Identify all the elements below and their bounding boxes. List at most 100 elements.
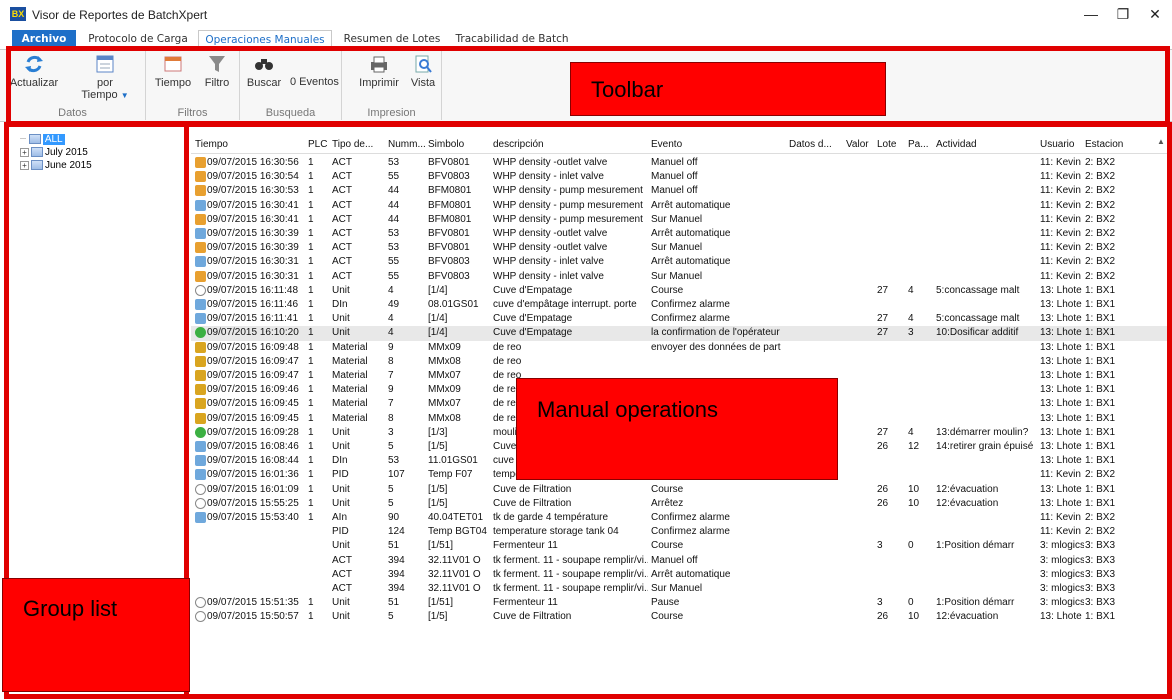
table-cell: MMx08: [428, 355, 461, 367]
table-cell: tk ferment. 11 - soupape remplir/vi...: [493, 554, 648, 566]
table-row[interactable]: ACT 394 32.11V01 O tk ferment. 11 - soupape…: [191, 582, 1167, 596]
column-header[interactable]: Tipo de...: [332, 139, 373, 150]
table-cell: Arrêtez: [651, 497, 684, 509]
column-header[interactable]: Actividad: [936, 139, 977, 150]
column-header[interactable]: Estacion: [1085, 139, 1123, 150]
table-cell: WHP density - inlet valve: [493, 270, 604, 282]
tree-item-label: ALL: [42, 134, 65, 145]
table-row[interactable]: 09/07/2015 16:01:09 1 Unit 5 [1/5] Cuve de Fi…: [191, 483, 1167, 497]
table-row[interactable]: 09/07/2015 16:11:41 1 Unit 4 [1/4] Cuve d'Emp…: [191, 312, 1167, 326]
column-header[interactable]: Valor: [846, 139, 869, 150]
table-cell: 1: BX1: [1085, 327, 1116, 339]
actualizar-button[interactable]: Actualizar: [8, 54, 60, 89]
table-row[interactable]: 09/07/2015 16:11:46 1 DIn 49 08.01GS01 cuve d…: [191, 298, 1167, 312]
table-row[interactable]: 09/07/2015 16:30:54 1 ACT 55 BFV0803 WHP dens…: [191, 170, 1167, 184]
column-header[interactable]: Pa...: [908, 139, 929, 150]
table-row[interactable]: 09/07/2015 16:30:41 1 ACT 44 BFM0801 WHP dens…: [191, 199, 1167, 213]
column-header[interactable]: descripción: [493, 139, 544, 150]
table-row[interactable]: Unit 51 [1/51] Fermenteur 11 Course 3 0 1:Posit…: [191, 539, 1167, 553]
tree-item-june-2015[interactable]: + June 2015: [20, 159, 92, 172]
column-header[interactable]: Numm...: [388, 139, 426, 150]
group-label-filtros: Filtros: [177, 107, 208, 119]
table-cell: 26: [877, 497, 889, 509]
table-cell: PID: [332, 526, 349, 538]
table-cell: WHP density - inlet valve: [493, 256, 604, 268]
filtro-button[interactable]: Filtro: [200, 54, 234, 89]
expand-icon[interactable]: +: [20, 147, 29, 157]
por-tiempo-button[interactable]: por Tiempo ▼: [80, 54, 130, 101]
doc-icon: [195, 256, 206, 268]
table-cell: Manuel off: [651, 157, 698, 168]
table-cell: 13: Lhote: [1040, 313, 1082, 325]
dropdown-arrow-icon: ▼: [120, 91, 129, 100]
column-header[interactable]: Datos d...: [789, 139, 832, 150]
table-cell: Material: [332, 398, 368, 410]
table-row[interactable]: 09/07/2015 16:30:53 1 ACT 44 BFM0801 WHP dens…: [191, 184, 1167, 198]
doc-icon: [195, 299, 206, 310]
table-row[interactable]: PID 124 Temp BGT04 temperature storage tank…: [191, 525, 1167, 539]
table-row[interactable]: 09/07/2015 16:30:31 1 ACT 55 BFV0803 WHP dens…: [191, 255, 1167, 269]
table-cell: Temp F07: [428, 469, 473, 481]
table-cell: Pause: [651, 597, 680, 609]
table-cell: [1/3]: [428, 426, 448, 438]
table-cell: PID: [332, 469, 349, 481]
table-cell: 1: [308, 284, 314, 296]
column-header[interactable]: Tiempo: [195, 139, 228, 150]
table-cell: Material: [332, 412, 368, 424]
partial-event-text: envoyer des données de part: [651, 341, 781, 353]
column-header[interactable]: Simbolo: [428, 139, 464, 150]
table-row[interactable]: 09/07/2015 16:30:56 1 ACT 53 BFV0801 WHP dens…: [191, 156, 1167, 170]
tiempo-filter-button[interactable]: Tiempo: [154, 54, 192, 89]
expand-icon[interactable]: +: [20, 160, 29, 170]
material-icon: [195, 355, 206, 367]
table-row[interactable]: 09/07/2015 16:30:41 1 ACT 44 BFM0801 WHP dens…: [191, 213, 1167, 227]
table-cell: 3: [877, 540, 883, 552]
table-cell: Sur Manuel: [651, 242, 703, 254]
table-row[interactable]: 09/07/2015 15:53:40 1 AIn 90 40.04TET01 tk de…: [191, 511, 1167, 525]
table-row[interactable]: 09/07/2015 16:09:47 1 Material 8 MMx08 de reo…: [191, 355, 1167, 369]
table-row[interactable]: ACT 394 32.11V01 O tk ferment. 11 - soupape…: [191, 554, 1167, 568]
table-cell: 09/07/2015 16:30:31: [207, 256, 299, 268]
table-cell: 12:évacuation: [936, 497, 999, 509]
table-cell: ACT: [332, 256, 352, 268]
column-header[interactable]: PLC: [308, 139, 327, 150]
tab-operaciones-manuales[interactable]: Operaciones Manuales: [198, 30, 332, 49]
tab-protocolo-de-carga[interactable]: Protocolo de Carga: [88, 30, 188, 49]
table-cell: 09/07/2015 16:30:39: [207, 228, 299, 239]
table-cell: BFM0801: [428, 213, 472, 225]
table-cell: 1: [308, 270, 314, 282]
table-row[interactable]: 09/07/2015 16:10:20 1 Unit 4 [1/4] Cuve d'Emp…: [191, 326, 1167, 341]
column-header[interactable]: Evento: [651, 139, 682, 150]
tree-item-july-2015[interactable]: + July 2015: [20, 146, 88, 159]
table-cell: 11: Kevin: [1040, 270, 1081, 282]
close-button[interactable]: ✕: [1140, 4, 1170, 24]
table-row[interactable]: 09/07/2015 15:50:57 1 Unit 5 [1/5] Cuve de Fi…: [191, 610, 1167, 624]
table-row[interactable]: ACT 394 32.11V01 O tk ferment. 11 - soupape…: [191, 568, 1167, 582]
tab-tracabilidad-de-batch[interactable]: Tracabilidad de Batch: [452, 30, 572, 49]
minimize-button[interactable]: —: [1076, 4, 1106, 24]
vista-button[interactable]: Vista: [408, 54, 438, 89]
material-icon: [195, 384, 206, 396]
table-row[interactable]: 09/07/2015 15:55:25 1 Unit 5 [1/5] Cuve de Fi…: [191, 497, 1167, 511]
tab-archivo[interactable]: Archivo: [12, 30, 76, 49]
table-row[interactable]: 09/07/2015 16:11:48 1 Unit 4 [1/4] Cuve d'Emp…: [191, 284, 1167, 298]
table-row[interactable]: 09/07/2015 16:30:39 1 ACT 53 BFV0801 WHP dens…: [191, 227, 1167, 241]
maximize-button[interactable]: ❐: [1108, 4, 1138, 24]
table-row[interactable]: 09/07/2015 16:30:31 1 ACT 55 BFV0803 WHP dens…: [191, 270, 1167, 284]
tab-resumen-de-lotes[interactable]: Resumen de Lotes: [342, 30, 442, 49]
column-header[interactable]: Usuario: [1040, 139, 1074, 150]
table-cell: 11: Kevin: [1040, 199, 1081, 211]
column-header[interactable]: Lote: [877, 139, 896, 150]
table-cell: 3: BX3: [1085, 568, 1116, 580]
tree-item-all[interactable]: ┄ ALL: [20, 133, 65, 146]
table-row[interactable]: 09/07/2015 16:30:39 1 ACT 53 BFV0801 WHP dens…: [191, 241, 1167, 255]
imprimir-button[interactable]: Imprimir: [358, 54, 400, 89]
table-cell: ACT: [332, 228, 352, 239]
buscar-label: Buscar: [246, 77, 282, 89]
table-cell: [1/4]: [428, 313, 448, 325]
table-row[interactable]: 09/07/2015 15:51:35 1 Unit 51 [1/51] Fermente…: [191, 596, 1167, 610]
scroll-up-icon[interactable]: ▲: [1157, 137, 1167, 147]
table-cell: 12:évacuation: [936, 611, 999, 623]
pause-icon: [195, 284, 206, 296]
buscar-button[interactable]: Buscar: [246, 54, 282, 89]
